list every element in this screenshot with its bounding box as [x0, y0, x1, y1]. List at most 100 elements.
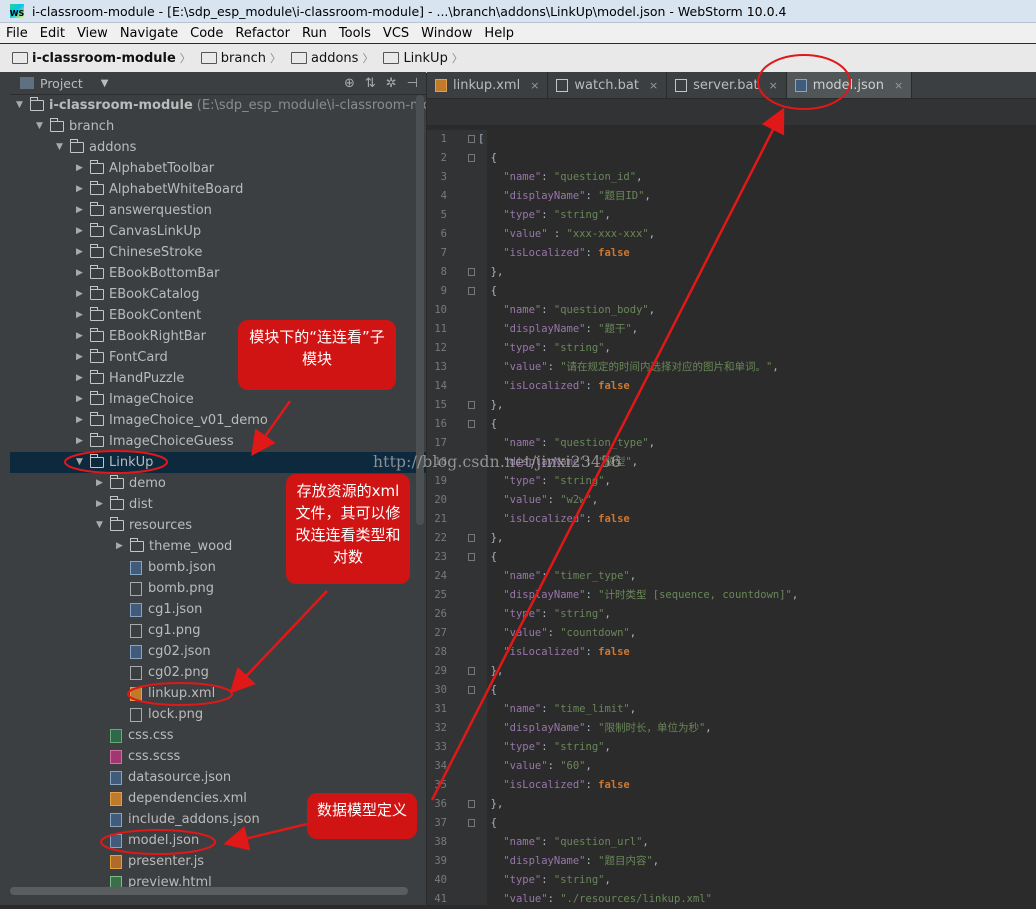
expanded-arrow-icon[interactable]: ▼ — [36, 116, 50, 137]
fold-marker-icon[interactable] — [468, 401, 475, 409]
tree-item[interactable]: ▶ ChineseStroke — [76, 242, 202, 263]
tree-item[interactable]: ▶ HandPuzzle — [76, 368, 184, 389]
tree-item[interactable]: ▶ theme_wood — [116, 536, 232, 557]
horizontal-scrollbar[interactable] — [10, 887, 408, 895]
fold-marker-icon[interactable] — [468, 667, 475, 675]
tree-item[interactable]: bomb.png — [116, 578, 214, 599]
breadcrumb-item-project[interactable]: i-classroom-module 〉 — [12, 50, 201, 66]
editor-tab[interactable]: watch.bat × — [548, 72, 668, 98]
fold-marker-icon[interactable] — [468, 287, 475, 295]
tree-item[interactable]: ▶ AlphabetWhiteBoard — [76, 179, 243, 200]
tree-item[interactable]: model.json — [96, 830, 199, 851]
collapsed-arrow-icon[interactable]: ▶ — [76, 305, 90, 326]
tree-item[interactable]: ▶ EBookContent — [76, 305, 201, 326]
fold-marker-icon[interactable] — [468, 534, 475, 542]
tree-item[interactable]: bomb.json — [116, 557, 216, 578]
tree-item[interactable]: ▼ LinkUp — [10, 452, 426, 473]
breadcrumb-item-linkup[interactable]: LinkUp 〉 — [383, 50, 472, 66]
tree-item[interactable]: cg1.png — [116, 620, 201, 641]
menu-refactor[interactable]: Refactor — [229, 26, 296, 41]
tree-item[interactable]: ▶ CanvasLinkUp — [76, 221, 201, 242]
tree-item[interactable]: ▶ dist — [96, 494, 153, 515]
menu-tools[interactable]: Tools — [333, 26, 377, 41]
collapsed-arrow-icon[interactable]: ▶ — [96, 473, 110, 494]
tree-item[interactable]: ▼ branch — [36, 116, 114, 137]
project-view-selector[interactable]: Project — [40, 76, 83, 91]
hide-icon[interactable]: ⊣ — [407, 76, 418, 91]
fold-marker-icon[interactable] — [468, 800, 475, 808]
tree-item[interactable]: ▶ ImageChoice_v01_demo — [76, 410, 268, 431]
collapsed-arrow-icon[interactable]: ▶ — [76, 347, 90, 368]
tree-item[interactable]: cg02.png — [116, 662, 209, 683]
menu-window[interactable]: Window — [415, 26, 478, 41]
collapsed-arrow-icon[interactable]: ▶ — [76, 431, 90, 452]
tree-item[interactable]: datasource.json — [96, 767, 231, 788]
fold-marker-icon[interactable] — [468, 553, 475, 561]
tree-item[interactable]: ▶ demo — [96, 473, 166, 494]
close-icon[interactable]: × — [530, 79, 539, 92]
menu-view[interactable]: View — [71, 26, 114, 41]
breadcrumb-item-branch[interactable]: branch 〉 — [200, 50, 291, 66]
expanded-arrow-icon[interactable]: ▼ — [16, 95, 30, 116]
collapsed-arrow-icon[interactable]: ▶ — [76, 389, 90, 410]
collapsed-arrow-icon[interactable]: ▶ — [76, 284, 90, 305]
tree-item[interactable]: ▼ addons — [56, 137, 136, 158]
menu-edit[interactable]: Edit — [34, 26, 71, 41]
collapsed-arrow-icon[interactable]: ▶ — [76, 410, 90, 431]
expanded-arrow-icon[interactable]: ▼ — [76, 452, 90, 473]
collapsed-arrow-icon[interactable]: ▶ — [76, 158, 90, 179]
expanded-arrow-icon[interactable]: ▼ — [96, 515, 110, 536]
tree-item[interactable]: ▼ resources — [96, 515, 192, 536]
collapsed-arrow-icon[interactable]: ▶ — [76, 200, 90, 221]
tree-item[interactable]: ▶ EBookRightBar — [76, 326, 206, 347]
collapsed-arrow-icon[interactable]: ▶ — [76, 242, 90, 263]
collapsed-arrow-icon[interactable]: ▶ — [116, 536, 130, 557]
fold-marker-icon[interactable] — [468, 154, 475, 162]
tree-item[interactable]: cg02.json — [116, 641, 211, 662]
collapsed-arrow-icon[interactable]: ▶ — [76, 179, 90, 200]
fold-marker-icon[interactable] — [468, 135, 475, 143]
collapse-all-icon[interactable]: ⇅ — [365, 76, 376, 91]
tree-item[interactable]: ▶ ImageChoiceGuess — [76, 431, 234, 452]
menu-code[interactable]: Code — [184, 26, 229, 41]
tree-item[interactable]: ▶ EBookBottomBar — [76, 263, 219, 284]
tree-item[interactable]: ▼ i-classroom-module (E:\sdp_esp_module\i-… — [16, 95, 426, 116]
collapsed-arrow-icon[interactable]: ▶ — [76, 326, 90, 347]
editor-tab[interactable]: linkup.xml × — [427, 72, 549, 98]
tree-item[interactable]: presenter.js — [96, 851, 204, 872]
tree-item[interactable]: ▶ answerquestion — [76, 200, 212, 221]
editor-tab[interactable]: model.json × — [786, 72, 913, 98]
chevron-down-icon[interactable]: ▼ — [101, 78, 109, 89]
menu-help[interactable]: Help — [478, 26, 520, 41]
tree-item[interactable]: css.css — [96, 725, 174, 746]
collapsed-arrow-icon[interactable]: ▶ — [76, 263, 90, 284]
collapsed-arrow-icon[interactable]: ▶ — [76, 221, 90, 242]
tree-item[interactable]: ▶ FontCard — [76, 347, 168, 368]
fold-marker-icon[interactable] — [468, 420, 475, 428]
tree-item[interactable]: ▶ AlphabetToolbar — [76, 158, 214, 179]
tree-item[interactable]: include_addons.json — [96, 809, 260, 830]
editor-tab[interactable]: server.bat × — [667, 72, 787, 98]
close-icon[interactable]: × — [649, 79, 658, 92]
tree-item[interactable]: css.scss — [96, 746, 180, 767]
menu-file[interactable]: File — [0, 26, 34, 41]
fold-marker-icon[interactable] — [468, 268, 475, 276]
breadcrumb-item-addons[interactable]: addons 〉 — [291, 50, 383, 66]
tree-item[interactable]: ▶ EBookCatalog — [76, 284, 200, 305]
tree-item[interactable]: cg1.json — [116, 599, 202, 620]
menu-run[interactable]: Run — [296, 26, 333, 41]
collapsed-arrow-icon[interactable]: ▶ — [96, 494, 110, 515]
fold-marker-icon[interactable] — [468, 686, 475, 694]
close-icon[interactable]: × — [769, 79, 778, 92]
settings-icon[interactable]: ✲ — [386, 76, 397, 91]
tree-item[interactable]: ▶ ImageChoice — [76, 389, 194, 410]
tree-item[interactable]: linkup.xml — [116, 683, 215, 704]
collapsed-arrow-icon[interactable]: ▶ — [76, 368, 90, 389]
menu-vcs[interactable]: VCS — [377, 26, 415, 41]
menu-navigate[interactable]: Navigate — [114, 26, 184, 41]
tree-item[interactable]: lock.png — [116, 704, 203, 725]
expanded-arrow-icon[interactable]: ▼ — [56, 137, 70, 158]
close-icon[interactable]: × — [894, 79, 903, 92]
fold-marker-icon[interactable] — [468, 819, 475, 827]
tree-item[interactable]: dependencies.xml — [96, 788, 247, 809]
